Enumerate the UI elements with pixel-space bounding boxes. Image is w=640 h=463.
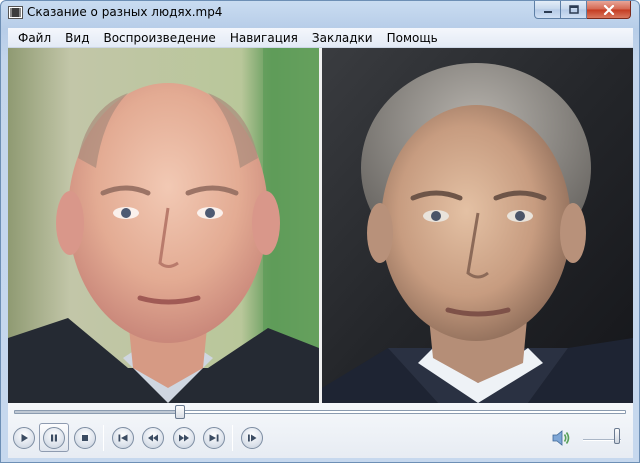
menu-bookmarks[interactable]: Закладки [305, 31, 380, 45]
minimize-button[interactable] [534, 1, 561, 19]
maximize-icon [568, 5, 579, 14]
close-button[interactable] [587, 1, 631, 19]
controls-bar [8, 403, 633, 458]
rewind-button[interactable] [142, 427, 164, 449]
menu-view[interactable]: Вид [58, 31, 96, 45]
fast-forward-button[interactable] [173, 427, 195, 449]
menu-file[interactable]: Файл [11, 31, 58, 45]
menu-navigation[interactable]: Навигация [223, 31, 305, 45]
title-bar[interactable]: Сказание о разных людях.mp4 [1, 1, 639, 25]
next-button[interactable] [203, 427, 225, 449]
skip-back-icon [118, 434, 128, 442]
player-window: Сказание о разных людях.mp4 Файл Вид Вос… [0, 0, 640, 463]
seek-bar[interactable] [14, 405, 626, 419]
seek-progress [15, 411, 180, 413]
volume-handle[interactable] [614, 428, 621, 444]
close-icon [603, 4, 614, 15]
pause-button[interactable] [43, 427, 65, 449]
play-button[interactable] [13, 427, 35, 449]
play-icon [21, 434, 28, 442]
separator [232, 425, 233, 451]
seek-handle[interactable] [174, 405, 185, 419]
previous-button[interactable] [112, 427, 134, 449]
video-frame[interactable] [8, 48, 633, 403]
frame-step-button[interactable] [241, 427, 263, 449]
video-image [8, 48, 633, 403]
stop-icon [82, 435, 88, 441]
minimize-icon [543, 10, 552, 13]
speaker-icon[interactable] [551, 428, 571, 448]
separator [103, 425, 104, 451]
frame-step-icon [248, 434, 257, 442]
left-face-photo [8, 48, 319, 403]
window-title: Сказание о разных людях.mp4 [27, 5, 223, 19]
skip-forward-icon [209, 434, 219, 442]
menu-help[interactable]: Помощь [380, 31, 445, 45]
pause-icon [51, 434, 57, 442]
fast-forward-icon [179, 434, 189, 442]
right-face-photo [322, 48, 633, 403]
rewind-icon [148, 434, 158, 442]
media-player-icon [8, 6, 23, 19]
menu-playback[interactable]: Воспроизведение [96, 31, 222, 45]
maximize-button[interactable] [561, 1, 587, 19]
menu-bar: Файл Вид Воспроизведение Навигация Закла… [8, 28, 633, 48]
stop-button[interactable] [74, 427, 96, 449]
